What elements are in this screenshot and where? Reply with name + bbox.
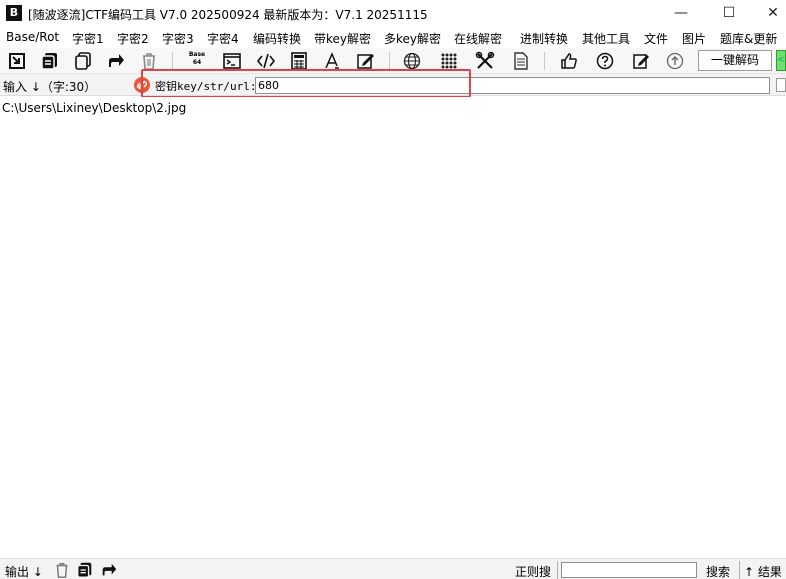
menu-zimi3[interactable]: 字密3: [162, 30, 194, 47]
globe-icon[interactable]: [402, 51, 422, 71]
output-label: 输出 ↓: [5, 565, 43, 579]
arrow-up-icon[interactable]: [665, 51, 685, 71]
pencil-icon[interactable]: [631, 51, 651, 71]
document-icon[interactable]: [511, 51, 531, 71]
tools-icon[interactable]: [475, 51, 495, 71]
menu-bar: Base/Rot 字密1 字密2 字密3 字密4 编码转换 带key解密 多ke…: [0, 28, 786, 48]
input-label: 输入 ↓（字:30）: [3, 80, 97, 94]
menu-library-update[interactable]: 题库&更新: [720, 30, 777, 47]
toolbar-separator: [172, 52, 173, 70]
thumbs-up-icon[interactable]: [559, 51, 579, 71]
grid-icon[interactable]: [439, 51, 459, 71]
app-logo-icon: B: [6, 5, 22, 21]
menu-zimi1[interactable]: 字密1: [72, 30, 104, 47]
menu-encoding[interactable]: 编码转换: [253, 30, 301, 47]
trash-icon[interactable]: [139, 51, 159, 71]
menu-radix-convert[interactable]: 进制转换: [520, 30, 568, 47]
toolbar-separator: [389, 52, 390, 70]
toolbar-separator: [544, 52, 545, 70]
clear-output-trash-icon[interactable]: [53, 561, 71, 579]
menu-key-decrypt[interactable]: 带key解密: [314, 30, 371, 47]
copy-output-icon[interactable]: [76, 561, 94, 579]
bottom-bar: 输出 ↓ 正则搜 搜索 ↑ 结果: [0, 558, 786, 579]
title-bar: B [随波逐流]CTF编码工具 V7.0 202500924 最新版本为：V7.…: [0, 0, 786, 28]
help-icon[interactable]: [595, 51, 615, 71]
bottom-separator: [739, 561, 740, 579]
menu-file[interactable]: 文件: [644, 30, 668, 47]
result-button[interactable]: ↑ 结果: [744, 563, 782, 579]
input-text: C:\Users\Lixiney\Desktop\2.jpg: [2, 101, 187, 115]
menu-image[interactable]: 图片: [682, 30, 706, 47]
terminal-icon[interactable]: [222, 51, 242, 71]
menu-multikey-decrypt[interactable]: 多key解密: [384, 30, 441, 47]
base64-icon[interactable]: Base 64: [187, 51, 207, 71]
search-input[interactable]: [561, 562, 697, 578]
calculator-icon[interactable]: [289, 51, 309, 71]
one-click-decode-button[interactable]: 一键解码: [698, 50, 772, 71]
edit-box-icon[interactable]: [356, 51, 376, 71]
code-icon[interactable]: [256, 51, 276, 71]
window-title: [随波逐流]CTF编码工具 V7.0 202500924 最新版本为：V7.1 …: [28, 8, 428, 22]
menu-base-rot[interactable]: Base/Rot: [6, 30, 59, 44]
key-side-button[interactable]: [776, 78, 786, 92]
share-output-icon[interactable]: [100, 561, 118, 579]
maximize-button[interactable]: ☐: [706, 0, 752, 28]
paste-in-icon[interactable]: [7, 51, 27, 71]
menu-online-decrypt[interactable]: 在线解密: [454, 30, 502, 47]
copy-icon[interactable]: [73, 51, 93, 71]
font-icon[interactable]: [322, 51, 342, 71]
menu-zimi4[interactable]: 字密4: [207, 30, 239, 47]
copy-stack-icon[interactable]: [40, 51, 60, 71]
base64-icon-top: Base: [188, 51, 206, 58]
key-highlight-box: [141, 69, 471, 98]
base64-icon-bottom: 64: [192, 59, 202, 66]
menu-other-tools[interactable]: 其他工具: [582, 30, 630, 47]
menu-zimi2[interactable]: 字密2: [117, 30, 149, 47]
regex-search-label: 正则搜: [515, 565, 552, 579]
input-textarea[interactable]: C:\Users\Lixiney\Desktop\2.jpg: [0, 97, 786, 558]
side-panel-toggle[interactable]: <: [776, 50, 786, 71]
search-button[interactable]: 搜索: [706, 563, 730, 579]
share-icon[interactable]: [106, 51, 126, 71]
bottom-separator: [557, 561, 558, 579]
minimize-button[interactable]: —: [658, 0, 704, 28]
close-button[interactable]: ✕: [750, 0, 786, 28]
